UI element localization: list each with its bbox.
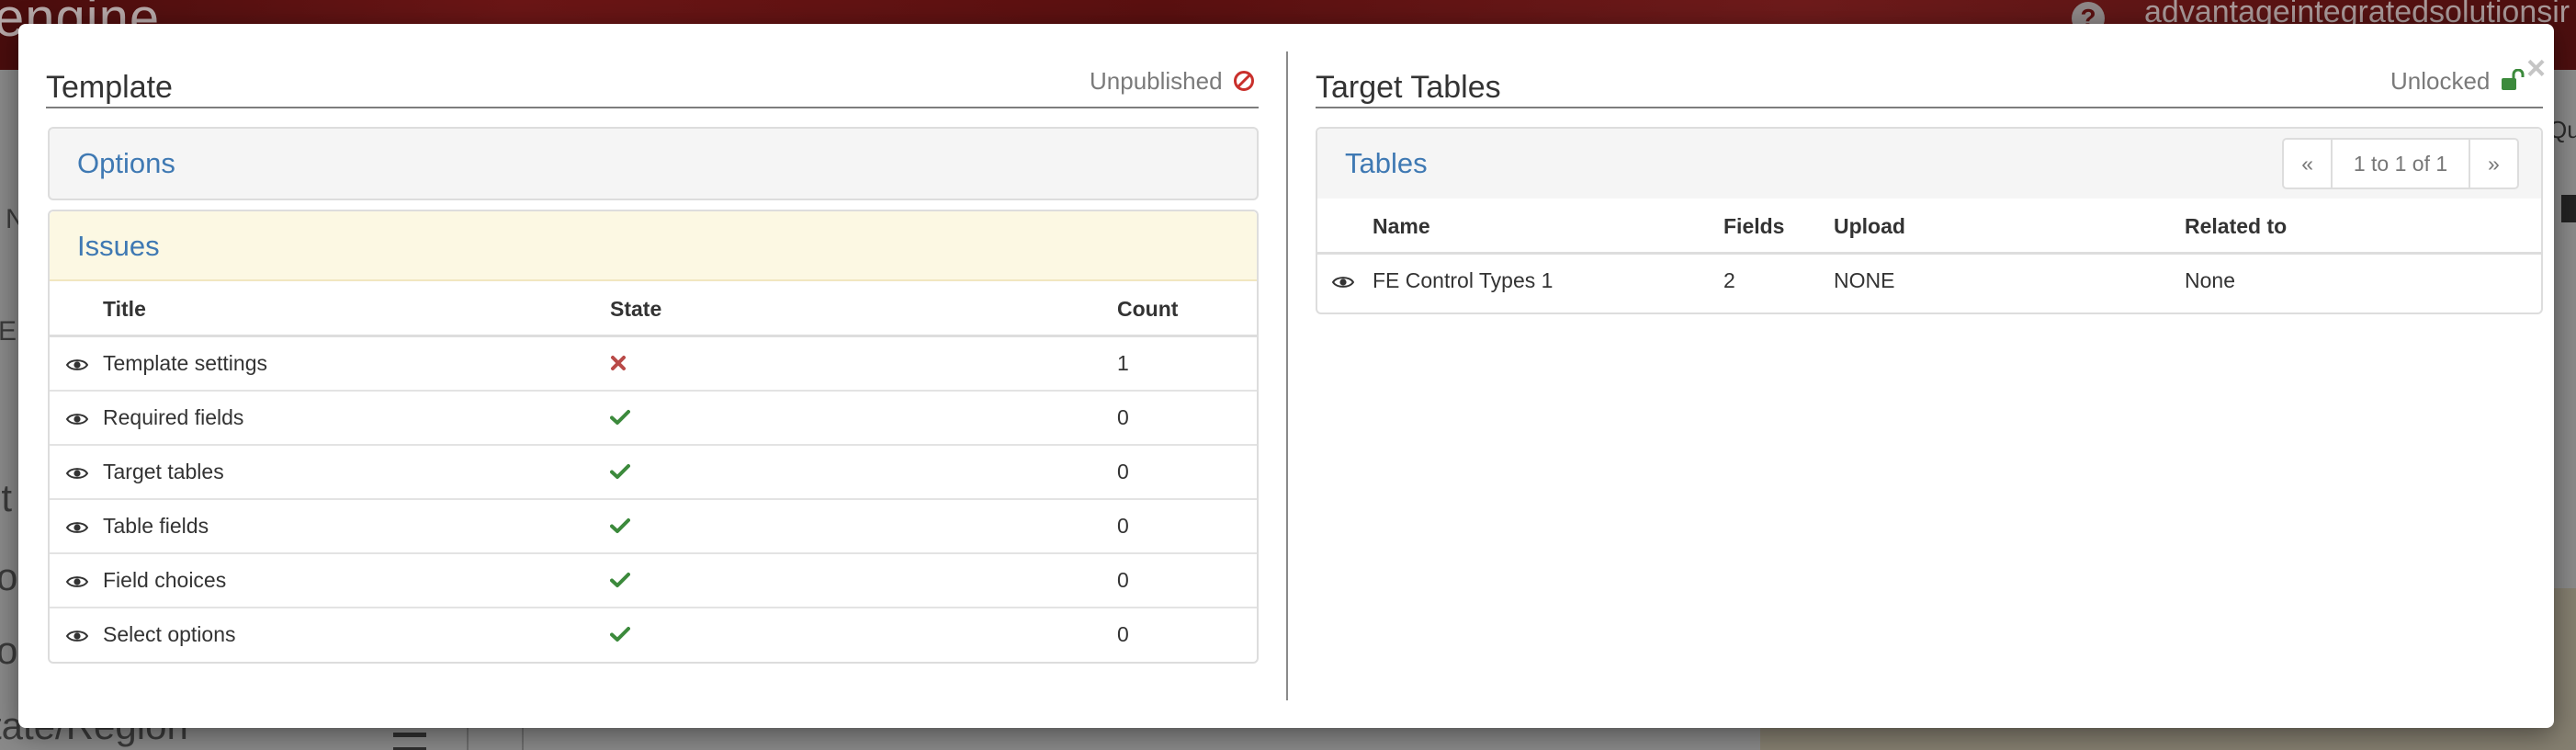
eye-icon[interactable] — [1332, 276, 1354, 289]
column-header-name: Name — [1373, 200, 1723, 255]
column-header-count: Count — [1117, 283, 1257, 337]
view-cell — [50, 607, 103, 661]
eye-icon[interactable] — [66, 630, 88, 642]
view-cell — [50, 390, 103, 445]
column-header-icon — [50, 283, 103, 337]
table-name: FE Control Types 1 — [1373, 268, 1554, 292]
tables-header-row: Name Fields Upload Related to — [1317, 200, 2541, 255]
eye-icon[interactable] — [66, 358, 88, 371]
eye-icon[interactable] — [66, 467, 88, 480]
lock-status: Unlocked — [2390, 67, 2525, 97]
issue-title: Template settings — [103, 351, 267, 375]
ban-icon — [1233, 70, 1255, 98]
issue-state — [610, 444, 1117, 499]
view-cell — [50, 498, 103, 553]
cross-icon — [610, 352, 627, 377]
issue-state — [610, 390, 1117, 445]
issue-count: 0 — [1117, 552, 1257, 608]
issues-heading: Issues — [50, 211, 1257, 281]
issues-panel: Issues Title State Count Template settin… — [48, 210, 1259, 664]
table-row: FE Control Types 1 2 NONE None — [1317, 254, 2541, 308]
issue-title: Required fields — [103, 390, 610, 445]
background-fragment: E — [0, 316, 17, 347]
check-icon — [610, 623, 630, 648]
check-icon — [610, 569, 630, 594]
issue-state — [610, 336, 1117, 392]
column-header-upload: Upload — [1834, 200, 2185, 255]
unlock-icon[interactable] — [2501, 68, 2525, 97]
issue-title: Select options — [103, 607, 610, 661]
table-fields: 2 — [1723, 268, 1735, 292]
pagination-next-button[interactable]: » — [2468, 140, 2517, 188]
background-fragment: o — [0, 555, 18, 598]
check-icon — [610, 515, 630, 540]
issue-count: 1 — [1117, 351, 1129, 375]
target-tables-title: Target Tables — [1316, 70, 1501, 105]
background-icon — [2561, 195, 2576, 222]
issue-count: 0 — [1117, 498, 1257, 553]
table-related-to: None — [2185, 268, 2235, 292]
issues-row: Template settings 1 — [50, 336, 1257, 392]
issue-title: Field choices — [103, 552, 610, 608]
issue-state — [610, 552, 1117, 608]
check-icon — [610, 406, 630, 431]
issues-row: Table fields 0 — [50, 498, 1257, 553]
close-icon[interactable]: × — [2526, 51, 2546, 85]
template-title: Template — [46, 70, 173, 105]
issue-state — [610, 498, 1117, 553]
publish-status-label: Unpublished — [1090, 67, 1223, 95]
section-rule — [1316, 107, 2543, 108]
issue-state — [610, 607, 1117, 661]
column-divider — [1286, 51, 1288, 700]
column-header-icon — [1317, 200, 1373, 255]
column-header-fields: Fields — [1723, 200, 1834, 255]
column-header-title: Title — [103, 283, 610, 337]
view-cell — [50, 336, 103, 392]
options-panel[interactable]: Options — [48, 127, 1259, 200]
background-fragment: o — [0, 629, 18, 672]
tables-table: Name Fields Upload Related to FE Control… — [1317, 200, 2541, 307]
issues-row: Field choices 0 — [50, 552, 1257, 608]
lock-status-label: Unlocked — [2390, 67, 2491, 95]
issue-title: Target tables — [103, 444, 610, 499]
section-rule — [46, 107, 1259, 108]
column-header-related-to: Related to — [2185, 200, 2541, 255]
eye-icon[interactable] — [66, 575, 88, 588]
column-header-state: State — [610, 283, 1117, 337]
template-modal: × Template Unpublished Options Issues Ti… — [18, 24, 2554, 728]
tables-panel: Tables « 1 to 1 of 1 » Name Fields Uploa… — [1316, 127, 2543, 314]
issue-title: Table fields — [103, 498, 610, 553]
issues-table: Title State Count Template settings 1 Requ… — [50, 283, 1257, 661]
pagination-range: 1 to 1 of 1 — [2331, 140, 2469, 188]
issues-row: Select options 0 — [50, 607, 1257, 661]
issue-count: 0 — [1117, 390, 1257, 445]
issue-count: 0 — [1117, 444, 1257, 499]
pagination: « 1 to 1 of 1 » — [2282, 138, 2519, 189]
issue-count: 0 — [1117, 607, 1257, 661]
publish-status: Unpublished — [1090, 67, 1255, 98]
pagination-prev-button[interactable]: « — [2284, 140, 2331, 188]
issues-row: Required fields 0 — [50, 390, 1257, 445]
background-fragment: it — [0, 476, 12, 519]
table-upload: NONE — [1834, 268, 1895, 292]
eye-icon[interactable] — [66, 521, 88, 534]
eye-icon[interactable] — [66, 413, 88, 426]
view-cell — [50, 444, 103, 499]
issues-row: Target tables 0 — [50, 444, 1257, 499]
issues-header-row: Title State Count — [50, 283, 1257, 337]
view-cell — [1317, 254, 1373, 308]
view-cell — [50, 552, 103, 608]
check-icon — [610, 460, 630, 485]
options-heading[interactable]: Options — [50, 129, 1257, 199]
